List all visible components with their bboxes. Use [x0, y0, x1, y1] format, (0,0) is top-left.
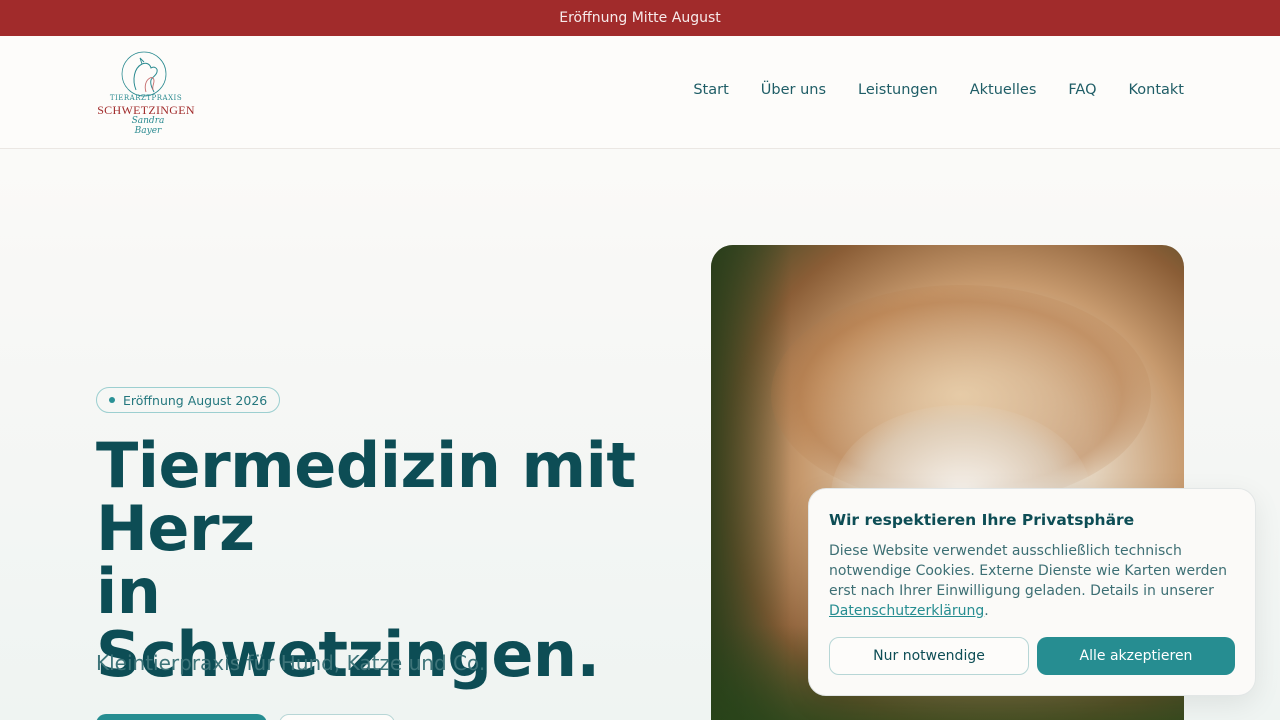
nav-item-start[interactable]: Start: [693, 82, 728, 98]
cookie-buttons: Nur notwendige Alle akzeptieren: [829, 637, 1235, 675]
hero-primary-button[interactable]: [96, 714, 267, 720]
nav-item-aktuelles[interactable]: Aktuelles: [970, 82, 1037, 98]
main-nav: Start Über uns Leistungen Aktuelles FAQ …: [693, 82, 1184, 98]
hero-secondary-button[interactable]: [279, 714, 395, 720]
cookie-title: Wir respektieren Ihre Privatsphäre: [829, 511, 1135, 529]
announcement-bar: Eröffnung Mitte August: [0, 0, 1280, 36]
privacy-policy-link[interactable]: Datenschutzerklärung: [829, 603, 984, 619]
dog-cat-logo-icon: [121, 51, 167, 97]
opening-badge: Eröffnung August 2026: [96, 387, 281, 413]
announcement-text: Eröffnung Mitte August: [559, 10, 721, 26]
logo-signature: Sandra Bayer: [131, 116, 165, 136]
cookie-text-end: .: [984, 603, 989, 619]
nav-item-leistungen[interactable]: Leistungen: [858, 82, 938, 98]
site-header: TIERARZTPRAXIS SCHWETZINGEN Sandra Bayer…: [0, 36, 1280, 149]
logo[interactable]: TIERARZTPRAXIS SCHWETZINGEN Sandra Bayer: [96, 50, 200, 136]
logo-line1: TIERARZTPRAXIS: [109, 94, 183, 102]
opening-badge-label: Eröffnung August 2026: [123, 392, 268, 408]
cookie-text: Diese Website verwendet ausschließlich t…: [829, 541, 1235, 621]
hero-title: Tiermedizin mit Herz in Schwetzingen.: [96, 434, 676, 686]
nav-item-ueber-uns[interactable]: Über uns: [761, 82, 826, 98]
cookie-banner: Wir respektieren Ihre Privatsphäre Diese…: [808, 488, 1256, 696]
status-dot-icon: [109, 397, 115, 403]
nav-item-faq[interactable]: FAQ: [1068, 82, 1096, 98]
cookie-text-body: Diese Website verwendet ausschließlich t…: [829, 543, 1228, 599]
necessary-only-button[interactable]: Nur notwendige: [829, 637, 1029, 675]
accept-all-button[interactable]: Alle akzeptieren: [1037, 637, 1235, 675]
nav-item-kontakt[interactable]: Kontakt: [1128, 82, 1184, 98]
hero-subtitle: Kleintierpraxis für Hund, Katze und Co.: [96, 651, 486, 675]
